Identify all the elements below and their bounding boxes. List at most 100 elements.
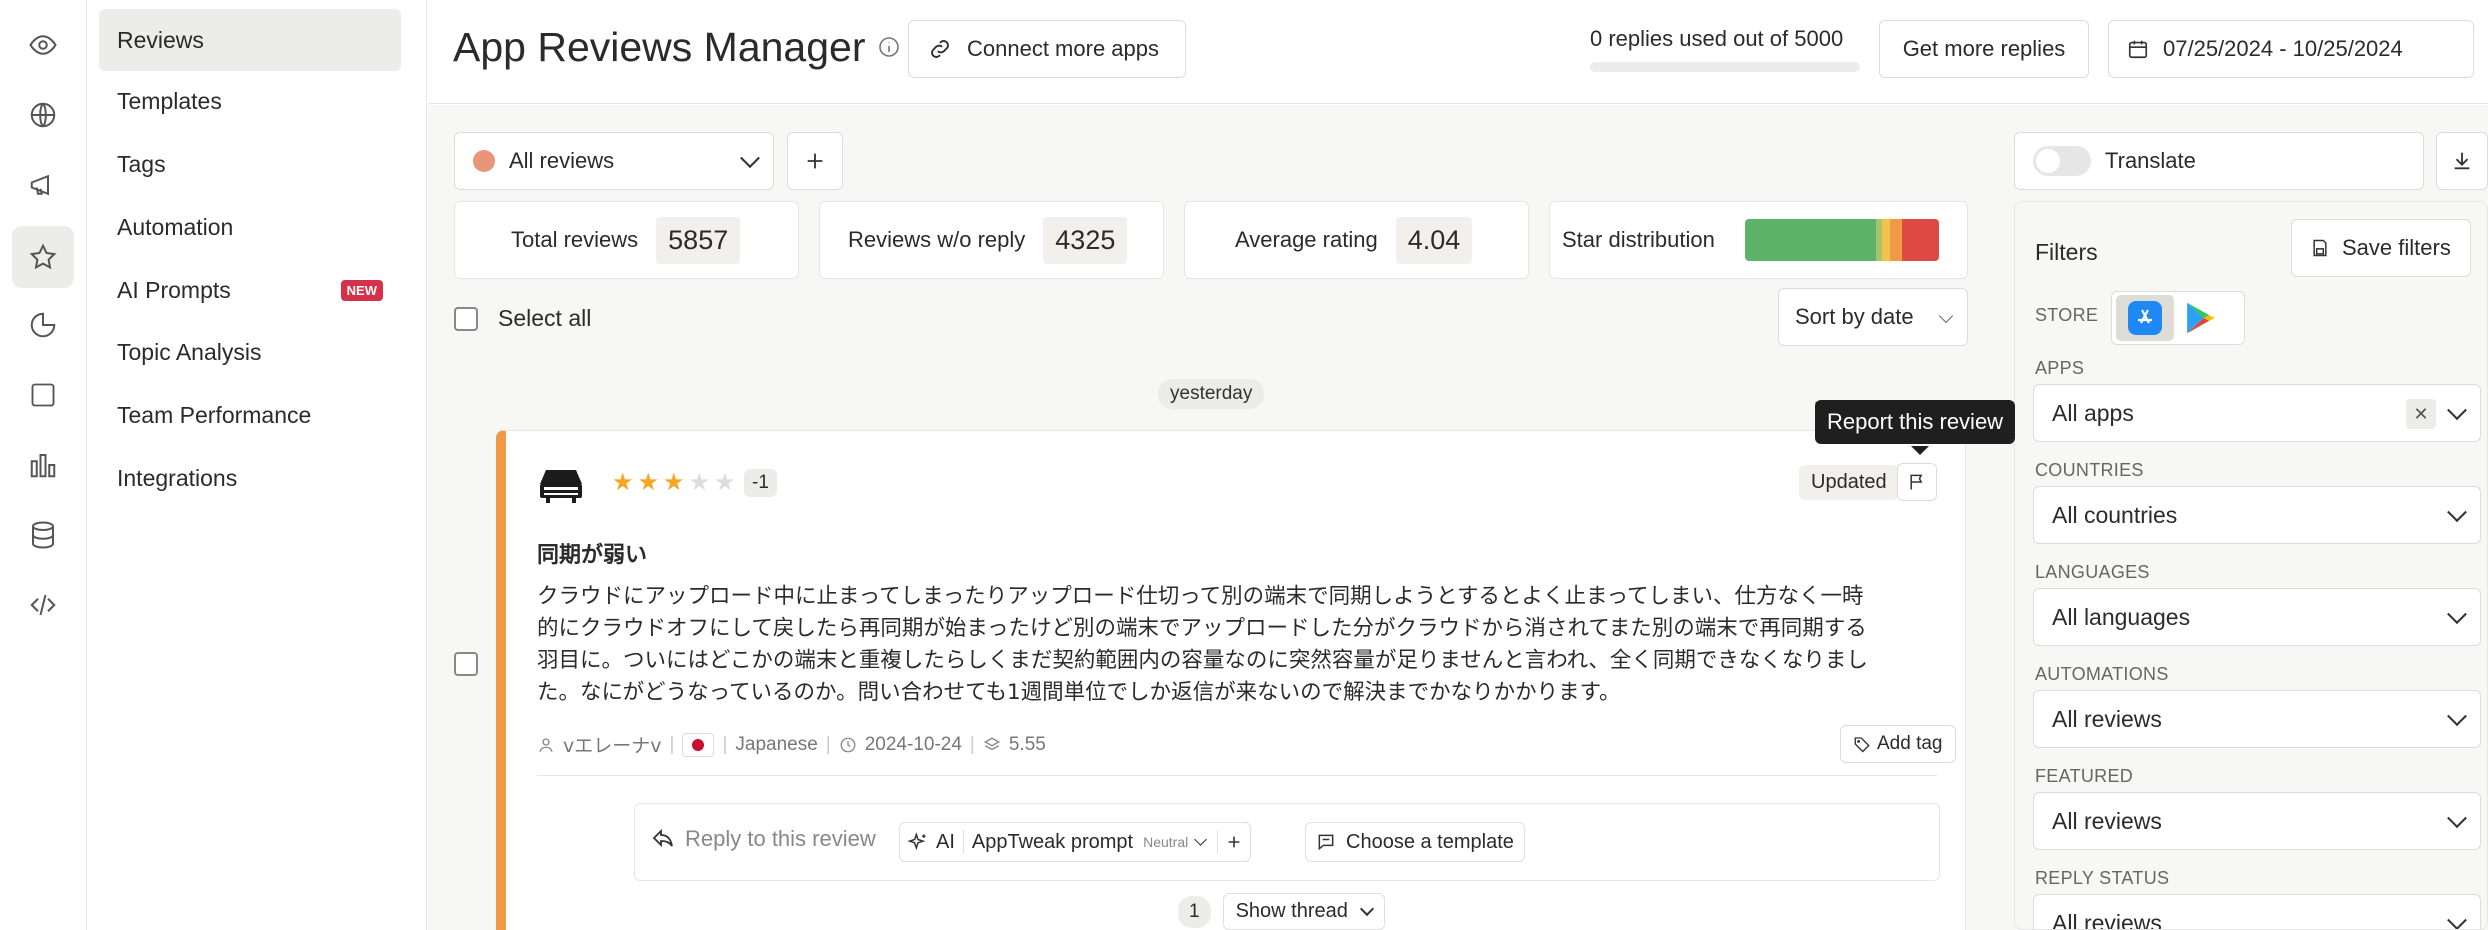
no-reply-label: Reviews w/o reply	[848, 227, 1026, 252]
translate-toggle[interactable]	[2033, 146, 2091, 176]
sidebar-item-tags[interactable]: Tags	[99, 133, 401, 195]
code-icon[interactable]	[12, 574, 74, 636]
date-range-picker[interactable]: 07/25/2024 - 10/25/2024	[2108, 20, 2474, 78]
replies-usage: 0 replies used out of 5000	[1590, 26, 1862, 72]
get-more-label: Get more replies	[1902, 36, 2066, 61]
square-icon[interactable]	[12, 364, 74, 426]
total-reviews-card: Total reviews 5857	[454, 201, 799, 279]
sidebar-item-templates[interactable]: Templates	[99, 70, 401, 132]
average-rating-label: Average rating	[1235, 227, 1378, 252]
reply-input[interactable]: Reply to this review	[651, 826, 876, 852]
choose-template-button[interactable]: Choose a template	[1305, 822, 1525, 862]
star-rating: ★ ★ ★ ★ ★	[612, 471, 736, 495]
thread-count: 1	[1178, 895, 1211, 928]
ai-label: AI	[936, 830, 955, 853]
tooltip-arrow	[1911, 446, 1929, 455]
star-distribution-card: Star distribution	[1549, 201, 1968, 279]
store-selector	[2111, 291, 2245, 345]
reply-status-select[interactable]: All reviews	[2033, 894, 2481, 930]
select-all-label: Select all	[498, 305, 592, 331]
chevron-down-icon	[2447, 400, 2467, 421]
sidebar-item-team-performance[interactable]: Team Performance	[99, 384, 401, 446]
ai-prompt-selector[interactable]: AI AppTweak prompt Neutral	[899, 822, 1252, 862]
main-content: All reviews Total reviews 5857 Reviews w…	[428, 105, 2488, 930]
star-filled-icon: ★	[612, 469, 634, 496]
flag-icon	[1907, 472, 1927, 492]
clear-icon[interactable]: ✕	[2406, 399, 2436, 429]
chevron-down-icon	[740, 148, 760, 169]
google-play-icon[interactable]	[2184, 300, 2218, 336]
sidebar-item-label: Topic Analysis	[117, 338, 262, 365]
sidebar-item-label: AI Prompts	[117, 276, 231, 303]
chevron-down-icon	[1194, 832, 1208, 846]
star-distribution-label: Star distribution	[1562, 227, 1715, 252]
languages-select[interactable]: All languages	[2033, 588, 2481, 646]
bar-chart-icon[interactable]	[12, 434, 74, 496]
app-version: 5.55	[1008, 733, 1046, 755]
countries-value: All countries	[2052, 501, 2178, 528]
thread-controls: 1 Show thread	[1178, 893, 1385, 930]
select-all-checkbox[interactable]	[454, 306, 478, 331]
layers-icon	[983, 736, 1001, 754]
calendar-icon	[2127, 38, 2149, 60]
eye-icon[interactable]	[12, 14, 74, 76]
rating-change-badge: -1	[744, 469, 777, 497]
link-icon	[927, 36, 953, 62]
info-icon[interactable]	[877, 35, 901, 59]
review-title: 同期が弱い	[537, 543, 648, 568]
sidebar-item-ai-prompts[interactable]: AI Prompts NEW	[99, 259, 401, 321]
filters-panel: Translate Filters Save filters STORE APP…	[1988, 105, 2488, 930]
review-body-line: た。なにがどうなっているのか。問い合わせても1週間単位でしか返信が来ないので解決…	[537, 680, 1621, 705]
automations-select[interactable]: All reviews	[2033, 690, 2481, 748]
show-thread-button[interactable]: Show thread	[1222, 893, 1385, 930]
average-rating-value: 4.04	[1395, 216, 1473, 264]
icon-rail	[0, 0, 87, 930]
sidebar-item-automation[interactable]: Automation	[99, 196, 401, 258]
reply-placeholder: Reply to this review	[685, 826, 876, 851]
template-label: Choose a template	[1346, 830, 1514, 853]
sidebar-item-integrations[interactable]: Integrations	[99, 447, 401, 509]
reply-status-value: All reviews	[2052, 909, 2162, 930]
sidebar-item-topic-analysis[interactable]: Topic Analysis	[99, 321, 401, 383]
review-checkbox[interactable]	[454, 652, 478, 676]
sidebar-item-label: Team Performance	[117, 401, 312, 428]
get-more-replies-button[interactable]: Get more replies	[1879, 20, 2089, 78]
megaphone-icon[interactable]	[12, 154, 74, 216]
review-date: 2024-10-24	[864, 733, 962, 755]
connect-apps-button[interactable]: Connect more apps	[908, 20, 1186, 78]
review-view-select[interactable]: All reviews	[454, 132, 774, 190]
replies-used-text: 0 replies used out of 5000	[1590, 26, 1844, 51]
tone-label: Neutral	[1143, 834, 1189, 850]
star-icon[interactable]	[12, 226, 74, 288]
clock-icon	[839, 736, 857, 754]
sidebar-nav: Reviews Templates Tags Automation AI Pro…	[87, 0, 427, 930]
globe-icon[interactable]	[12, 84, 74, 146]
countries-select[interactable]: All countries	[2033, 486, 2481, 544]
sidebar-item-reviews[interactable]: Reviews	[99, 9, 401, 71]
plus-icon[interactable]	[1226, 834, 1242, 850]
select-all-row[interactable]: Select all	[454, 305, 591, 332]
translate-toggle-row[interactable]: Translate	[2014, 132, 2424, 190]
apps-select[interactable]: All apps ✕	[2033, 384, 2481, 442]
pie-chart-icon[interactable]	[12, 294, 74, 356]
sort-select[interactable]: Sort by date	[1778, 288, 1968, 346]
add-tag-button[interactable]: Add tag	[1840, 725, 1956, 763]
save-filters-button[interactable]: Save filters	[2291, 219, 2471, 277]
download-icon	[2451, 150, 2473, 172]
report-review-button[interactable]	[1897, 463, 1937, 501]
review-body-line: 的にクラウドオフにして戻したら再同期が始まったけど別の端末でアップロードした分が…	[537, 616, 1867, 641]
star-filled-icon: ★	[637, 469, 660, 496]
report-tooltip: Report this review	[1815, 400, 2016, 444]
page-title: App Reviews Manager	[453, 23, 866, 70]
database-icon[interactable]	[12, 504, 74, 566]
app-store-icon[interactable]	[2116, 295, 2174, 341]
star-empty-icon: ★	[714, 469, 736, 496]
add-view-button[interactable]	[787, 132, 843, 190]
replies-progress-bar	[1590, 62, 1860, 72]
download-button[interactable]	[2436, 132, 2488, 190]
chevron-down-icon	[2447, 706, 2467, 727]
review-meta: vエレーナv | | Japanese | 2024-10-24 | 5.55	[537, 731, 1046, 758]
featured-select[interactable]: All reviews	[2033, 792, 2481, 850]
languages-value: All languages	[2052, 603, 2191, 630]
updated-badge: Updated	[1799, 465, 1899, 500]
